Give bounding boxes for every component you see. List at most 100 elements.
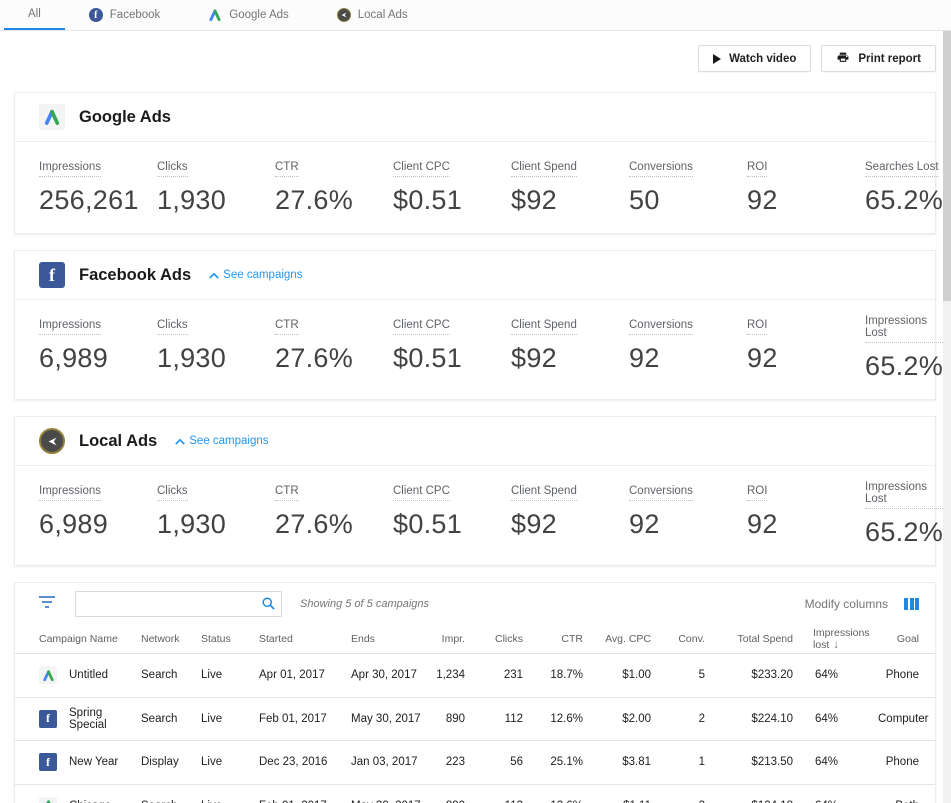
col-avg-cpc[interactable]: Avg. CPC — [583, 633, 651, 645]
stat-block: CTR 27.6% — [275, 481, 393, 548]
stat-block: Clicks 1,930 — [157, 157, 275, 216]
tab-google-ads-label: Google Ads — [229, 9, 288, 21]
campaign-started: Dec 23, 2016 — [259, 756, 351, 768]
section-title: Facebook Ads — [79, 266, 191, 285]
campaigns-table-card: Showing 5 of 5 campaigns Modify columns … — [14, 582, 936, 803]
campaign-impressions-lost: 64% — [793, 756, 878, 768]
stat-value: $0.51 — [393, 343, 511, 374]
campaign-total-spend: $233.20 — [705, 669, 793, 681]
stat-label: ROI — [747, 319, 767, 335]
facebook-ads-stats: Impressions 6,989 Clicks 1,930 CTR 27.6%… — [15, 300, 935, 399]
google-ads-summary-card: Google Ads Impressions 256,261 Clicks 1,… — [14, 92, 936, 234]
table-row[interactable]: f Spring Special Search Live Feb 01, 201… — [15, 698, 935, 742]
stat-label: Searches Lost — [865, 161, 939, 177]
stat-value: $0.51 — [393, 185, 511, 216]
col-started[interactable]: Started — [259, 633, 351, 645]
stat-label: CTR — [275, 319, 299, 335]
tab-local-ads[interactable]: Local Ads — [313, 0, 432, 30]
stat-value: 27.6% — [275, 185, 393, 216]
campaign-network: Search — [141, 669, 201, 681]
table-body: f Untitled Search Live Apr 01, 2017 Apr … — [15, 654, 935, 803]
scrollbar-thumb[interactable] — [943, 31, 951, 301]
search-icon[interactable] — [261, 596, 276, 616]
google-ads-icon — [39, 104, 65, 130]
col-campaign-name[interactable]: Campaign Name — [39, 633, 141, 645]
campaign-clicks: 231 — [465, 669, 523, 681]
watch-video-label: Watch video — [729, 53, 796, 65]
stat-value: 256,261 — [39, 185, 157, 216]
campaign-impressions: 890 — [431, 713, 465, 725]
col-goal[interactable]: Goal — [878, 633, 919, 645]
tab-google-ads[interactable]: Google Ads — [184, 0, 312, 30]
campaign-ctr: 25.1% — [523, 756, 583, 768]
campaign-name[interactable]: Untitled — [69, 669, 108, 681]
see-campaigns-link[interactable]: See campaigns — [209, 269, 302, 281]
table-row[interactable]: f New Year Display Live Dec 23, 2016 Jan… — [15, 741, 935, 785]
campaign-name[interactable]: New Year — [69, 756, 118, 768]
stat-block: ROI 92 — [747, 315, 865, 382]
stat-block: Client CPC $0.51 — [393, 315, 511, 382]
google-ads-icon — [39, 666, 57, 684]
vertical-scrollbar[interactable] — [943, 31, 951, 803]
see-campaigns-link[interactable]: See campaigns — [175, 435, 268, 447]
col-ctr[interactable]: CTR — [523, 633, 583, 645]
stat-value: 65.2% — [865, 185, 943, 216]
col-status[interactable]: Status — [201, 633, 259, 645]
campaign-started: Apr 01, 2017 — [259, 669, 351, 681]
print-report-button[interactable]: Print report — [821, 45, 936, 72]
stat-block: Impressions Lost 65.2% — [865, 481, 943, 548]
facebook-icon: f — [39, 710, 57, 728]
search-input[interactable] — [75, 591, 282, 617]
campaign-conversions: 2 — [651, 713, 705, 725]
columns-icon[interactable] — [904, 598, 919, 610]
chevron-up-icon — [209, 272, 219, 279]
col-impr[interactable]: Impr. — [431, 633, 465, 645]
campaign-goal: Phone — [878, 756, 919, 768]
search-box — [75, 591, 282, 617]
campaign-clicks: 112 — [465, 713, 523, 725]
stat-value: 92 — [629, 343, 747, 374]
col-conv[interactable]: Conv. — [651, 633, 705, 645]
filter-icon[interactable] — [39, 595, 55, 613]
facebook-icon: f — [89, 8, 103, 22]
chevron-up-icon — [175, 438, 185, 445]
stat-label: CTR — [275, 485, 299, 501]
report-actions: Watch video Print report — [0, 31, 951, 72]
play-icon — [713, 54, 721, 64]
col-network[interactable]: Network — [141, 633, 201, 645]
stat-label: Clicks — [157, 161, 188, 177]
col-ends[interactable]: Ends — [351, 633, 431, 645]
local-ads-icon — [39, 428, 65, 454]
stat-value: 92 — [747, 509, 865, 540]
modify-columns-button[interactable]: Modify columns — [805, 597, 888, 611]
stat-value: $92 — [511, 185, 629, 216]
stat-value: 50 — [629, 185, 747, 216]
campaign-ends: May 30, 2017 — [351, 713, 431, 725]
tab-all[interactable]: All — [4, 0, 65, 30]
tab-all-label: All — [28, 8, 41, 20]
stat-label: Conversions — [629, 485, 693, 501]
stat-label: Client CPC — [393, 319, 450, 335]
stat-block: Conversions 92 — [629, 481, 747, 548]
tab-facebook[interactable]: f Facebook — [65, 0, 185, 30]
stat-label: ROI — [747, 161, 767, 177]
stat-value: 1,930 — [157, 509, 275, 540]
campaign-network: Display — [141, 756, 201, 768]
campaign-impressions: 223 — [431, 756, 465, 768]
col-clicks[interactable]: Clicks — [465, 633, 523, 645]
stat-value: 92 — [747, 185, 865, 216]
table-row[interactable]: f Chicago Search Live Feb 01, 2017 May 3… — [15, 785, 935, 803]
stat-block: Client Spend $92 — [511, 315, 629, 382]
showing-count: Showing 5 of 5 campaigns — [300, 598, 429, 610]
stat-label: Impressions Lost — [865, 481, 943, 509]
table-row[interactable]: f Untitled Search Live Apr 01, 2017 Apr … — [15, 654, 935, 698]
stat-label: Impressions — [39, 485, 101, 501]
col-total-spend[interactable]: Total Spend — [705, 633, 793, 645]
campaign-ends: Apr 30, 2017 — [351, 669, 431, 681]
col-impressions-lost[interactable]: Impressions lost↓ — [793, 627, 878, 651]
campaign-status: Live — [201, 669, 259, 681]
stat-block: Searches Lost 65.2% — [865, 157, 943, 216]
campaign-name[interactable]: Spring Special — [69, 707, 141, 731]
watch-video-button[interactable]: Watch video — [698, 45, 811, 72]
stat-label: Conversions — [629, 161, 693, 177]
